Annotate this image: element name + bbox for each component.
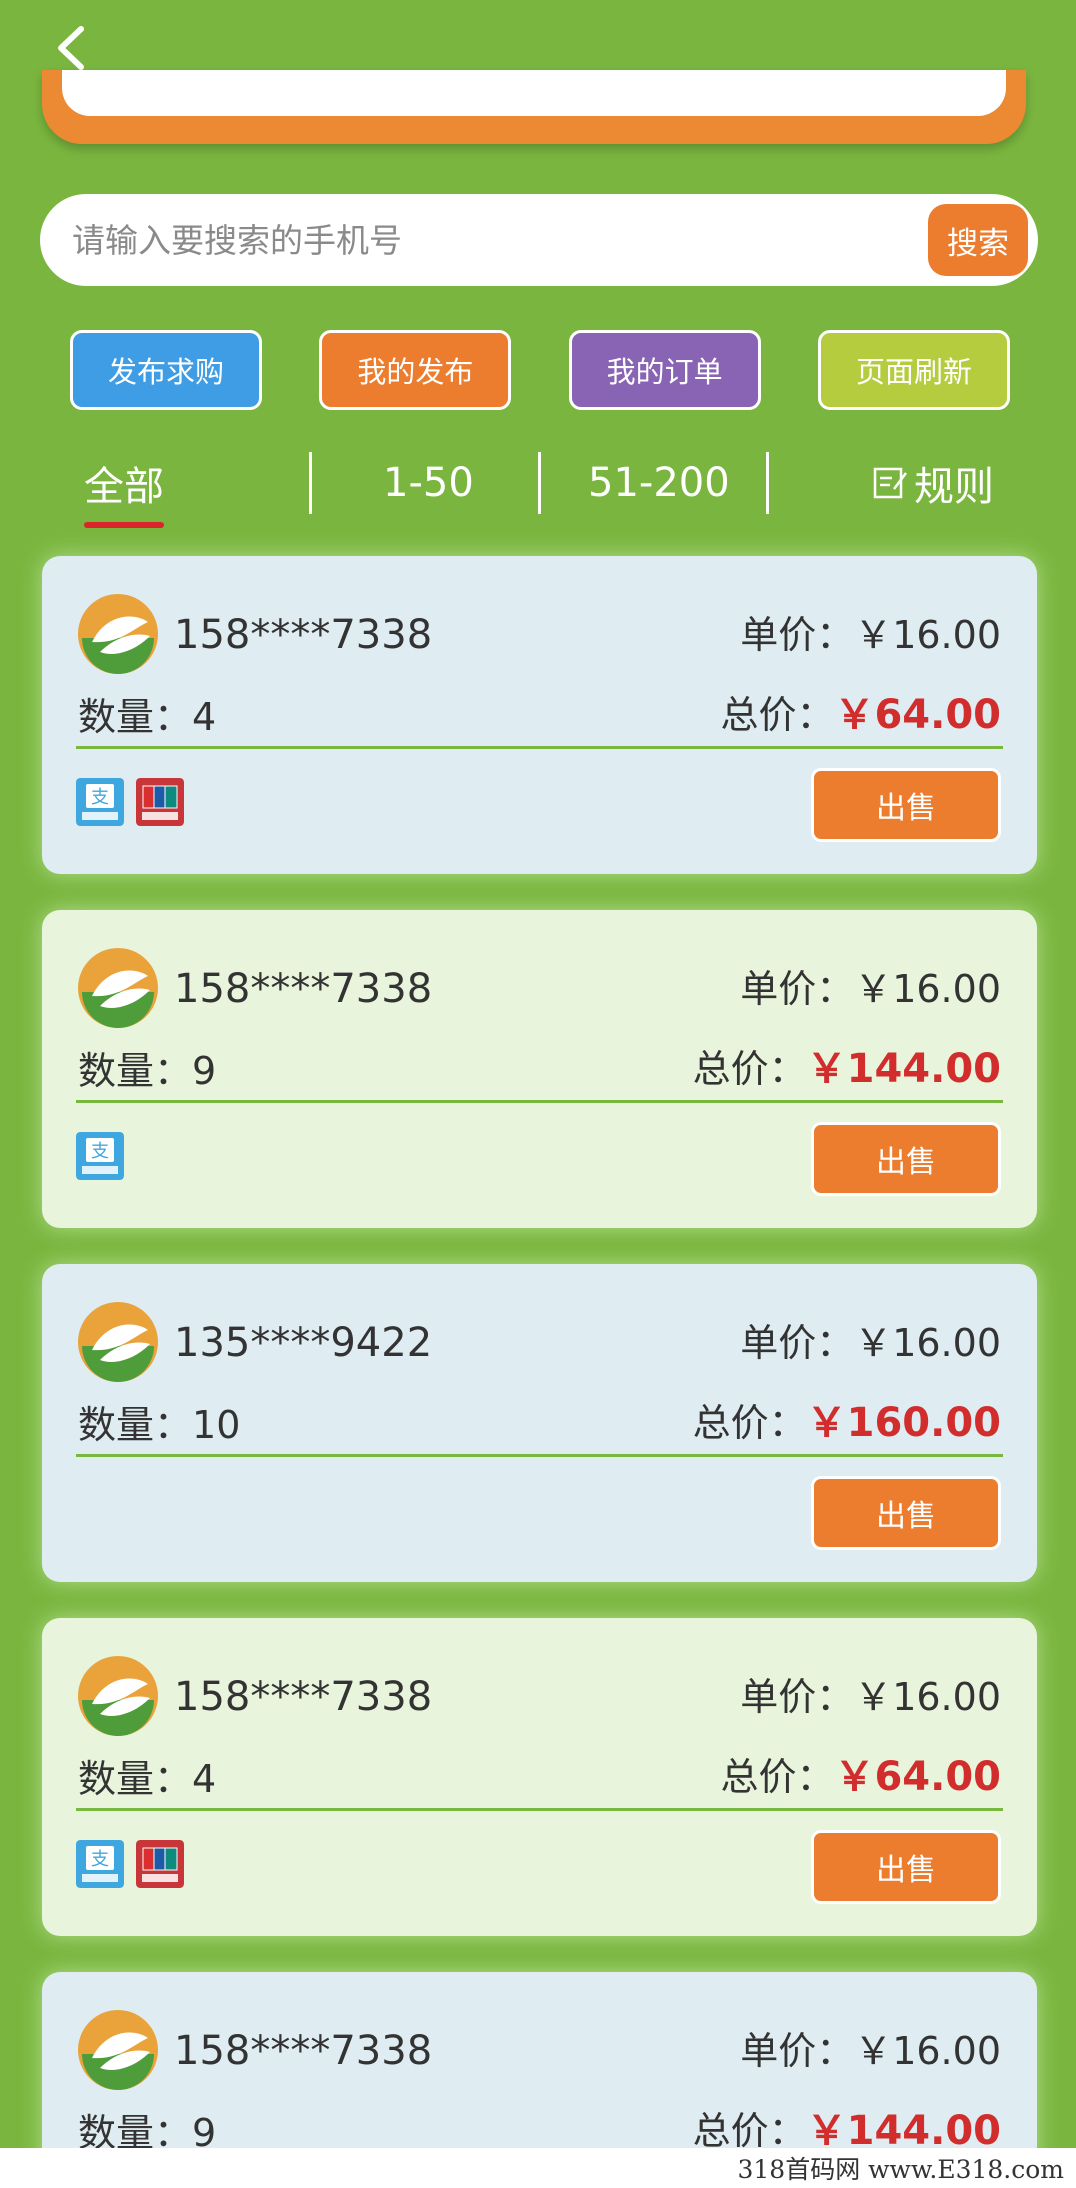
edit-note-icon xyxy=(873,467,907,499)
tab-51-200[interactable]: 51-200 xyxy=(588,448,730,518)
filter-tabs: 全部 1-50 51-200 规则 xyxy=(0,448,1076,538)
alipay-icon: 支 xyxy=(76,1132,124,1180)
quantity: 数量：4 xyxy=(78,695,217,739)
divider xyxy=(76,1454,1003,1457)
top-banner xyxy=(42,70,1026,144)
unit-price: 单价：￥16.00 xyxy=(740,613,1001,657)
payment-methods: 支 xyxy=(76,778,184,826)
tab-divider xyxy=(766,452,769,514)
payment-methods: 支 xyxy=(76,1132,124,1180)
listing-card: 158****7338 单价：￥16.00 数量：4 总价：￥64.00 支 出… xyxy=(42,1618,1037,1936)
unionpay-icon xyxy=(136,1840,184,1888)
search-button[interactable]: 搜索 xyxy=(928,204,1028,276)
rules-label: 规则 xyxy=(914,464,994,510)
my-publish-button[interactable]: 我的发布 xyxy=(319,330,512,410)
tab-divider xyxy=(309,452,312,514)
page: 搜索 发布求购 我的发布 我的订单 页面刷新 全部 1-50 51-200 规则 xyxy=(0,0,1076,2188)
unit-price: 单价：￥16.00 xyxy=(740,2029,1001,2073)
watermark-bar: 318首码网 www.E318.com xyxy=(0,2148,1076,2188)
refresh-page-button[interactable]: 页面刷新 xyxy=(817,330,1010,410)
tab-1-50[interactable]: 1-50 xyxy=(383,448,474,518)
seller-phone: 135****9422 xyxy=(174,1320,433,1366)
seller-phone: 158****7338 xyxy=(174,2028,433,2074)
quantity: 数量：9 xyxy=(78,1049,217,1093)
alipay-icon: 支 xyxy=(76,1840,124,1888)
svg-text:支: 支 xyxy=(91,1141,109,1162)
listing-card: 158****7338 单价：￥16.00 数量：9 总价：￥144.00 支 … xyxy=(42,910,1037,1228)
alipay-icon: 支 xyxy=(76,778,124,826)
divider xyxy=(76,746,1003,749)
avatar-leaf-icon xyxy=(78,948,158,1028)
sell-button[interactable]: 出售 xyxy=(811,1830,1001,1904)
watermark-text: 318首码网 www.E318.com xyxy=(737,2155,1064,2184)
total-price: 总价：￥160.00 xyxy=(692,1400,1001,1446)
payment-methods: 支 xyxy=(76,1840,184,1888)
top-banner-inner xyxy=(62,70,1006,116)
quantity: 数量：10 xyxy=(78,1403,241,1447)
search-bar: 搜索 xyxy=(40,194,1038,286)
unit-price: 单价：￥16.00 xyxy=(740,967,1001,1011)
total-price: 总价：￥64.00 xyxy=(720,692,1001,738)
divider xyxy=(76,1808,1003,1811)
seller-phone: 158****7338 xyxy=(174,966,433,1012)
listing-card: 135****9422 单价：￥16.00 数量：10 总价：￥160.00 出… xyxy=(42,1264,1037,1582)
back-button[interactable] xyxy=(40,18,100,78)
unionpay-icon xyxy=(136,778,184,826)
svg-text:支: 支 xyxy=(91,1849,109,1870)
action-row: 发布求购 我的发布 我的订单 页面刷新 xyxy=(70,330,1010,410)
sell-button[interactable]: 出售 xyxy=(811,1476,1001,1550)
sell-button[interactable]: 出售 xyxy=(811,1122,1001,1196)
total-price: 总价：￥144.00 xyxy=(692,1046,1001,1092)
tab-all[interactable]: 全部 xyxy=(84,448,164,528)
my-orders-button[interactable]: 我的订单 xyxy=(568,330,761,410)
publish-request-button[interactable]: 发布求购 xyxy=(70,330,262,410)
seller-phone: 158****7338 xyxy=(174,1674,433,1720)
tab-divider xyxy=(538,452,541,514)
seller-phone: 158****7338 xyxy=(174,612,433,658)
chevron-left-icon xyxy=(58,26,84,70)
avatar-leaf-icon xyxy=(78,594,158,674)
divider xyxy=(76,1100,1003,1103)
avatar-leaf-icon xyxy=(78,1302,158,1382)
unit-price: 单价：￥16.00 xyxy=(740,1675,1001,1719)
quantity: 数量：4 xyxy=(78,1757,217,1801)
unit-price: 单价：￥16.00 xyxy=(740,1321,1001,1365)
sell-button[interactable]: 出售 xyxy=(811,768,1001,842)
search-input[interactable] xyxy=(40,194,928,286)
avatar-leaf-icon xyxy=(78,1656,158,1736)
rules-link[interactable]: 规则 xyxy=(872,448,994,518)
listing-card: 158****7338 单价：￥16.00 数量：4 总价：￥64.00 支 出… xyxy=(42,556,1037,874)
svg-text:支: 支 xyxy=(91,787,109,808)
total-price: 总价：￥64.00 xyxy=(720,1754,1001,1800)
avatar-leaf-icon xyxy=(78,2010,158,2090)
